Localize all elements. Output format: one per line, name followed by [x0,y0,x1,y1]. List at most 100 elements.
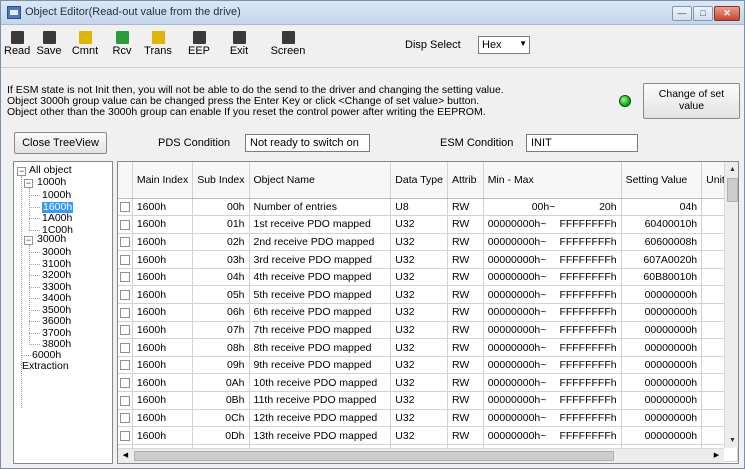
min-max-cell: 00000000h~ FFFFFFFFh [483,356,622,375]
cell-value[interactable]: 00000000h [621,373,703,393]
row-checkbox[interactable] [119,325,130,336]
maximize-button[interactable]: □ [693,6,713,21]
table-row[interactable]: 1600h 01h 1st receive PDO mapped U32 RW 00000… [118,215,738,234]
header-main-index[interactable]: Main Index [132,162,194,199]
tree-node[interactable]: 3600h [42,316,71,327]
cell-value[interactable]: 607A0020h [621,250,703,269]
cell-value[interactable]: 60600008h [621,233,703,252]
row-checkbox[interactable] [119,289,130,300]
cell-value[interactable]: 04h [621,198,703,217]
minimize-button[interactable]: — [672,6,692,21]
cell-value[interactable]: 00000000h [621,321,703,340]
toolbar-button-cmnt[interactable]: Cmnt [70,28,100,66]
table-row[interactable]: 1600h 0Ch 12th receive PDO mapped U32 RW 0000… [118,409,738,428]
toolbar-button-save[interactable]: Save [34,28,64,66]
toolbar-button-read[interactable]: Read [4,28,30,66]
table-row[interactable]: 1600h 0Dh 13th receive PDO mapped U32 RW 0000… [118,426,738,445]
toolbar-button-rcv[interactable]: Rcv [108,28,136,66]
table-row[interactable]: 1600h 00h Number of entries U8 RW 00h~ 20h 04h [118,198,738,217]
scroll-left-icon[interactable]: ◀ [118,449,133,463]
tree-node[interactable]: 1A00h [42,213,72,224]
table-row[interactable]: 1600h 0Bh 11th receive PDO mapped U32 RW 0000… [118,391,738,410]
scroll-down-icon[interactable]: ▼ [725,433,738,448]
tree-node[interactable]: 6000h [32,349,61,361]
tree-node[interactable]: 3400h [42,293,71,304]
tree-node[interactable]: 1600h [42,201,74,213]
toolbar: Disp Select Hex ▼ Read Save Cmnt Rcv Trans EE… [1,26,744,68]
cell-value[interactable]: 60400010h [621,215,703,234]
cell-main: 1600h [132,215,194,234]
table-row[interactable]: 1600h 0Ah 10th receive PDO mapped U32 RW 0000… [118,373,738,393]
cell-value[interactable]: 00000000h [621,338,703,357]
table-row[interactable]: 1600h 09h 9th receive PDO mapped U32 RW 00000… [118,356,738,375]
table-row[interactable]: 1600h 08h 8th receive PDO mapped U32 RW 00000… [118,338,738,357]
vertical-scroll-thumb[interactable] [727,178,738,202]
change-set-value-button[interactable]: Change of set value [643,83,740,119]
vertical-scrollbar[interactable]: ▲ ▼ [724,162,738,448]
tree-node[interactable]: 3100h [42,258,71,270]
tree-node[interactable]: 3300h [42,281,71,293]
tree-node[interactable]: 3000h [42,247,71,258]
row-checkbox[interactable] [119,237,130,248]
row-checkbox[interactable] [119,377,130,388]
row-checkbox[interactable] [119,307,130,318]
row-checkbox[interactable] [119,254,130,265]
toolbar-button-label: Cmnt [71,45,99,57]
table-row[interactable]: 1600h 02h 2nd receive PDO mapped U32 RW 00000… [118,233,738,252]
row-checkbox[interactable] [119,272,130,283]
header-attrib[interactable]: Attrib [447,162,484,199]
tree-node[interactable]: 3200h [42,270,71,281]
header-sub-index[interactable]: Sub Index [192,162,250,199]
collapse-toggle-icon[interactable]: − [24,179,33,188]
title-bar[interactable]: Object Editor(Read-out value from the dr… [1,1,744,25]
cell-value[interactable]: 00000000h [621,285,703,305]
tree-connector [29,218,40,219]
toolbar-button-screen[interactable]: Screen [263,28,313,66]
disp-select-dropdown[interactable]: Hex ▼ [478,36,530,54]
header-object-name[interactable]: Object Name [249,162,392,199]
table-row[interactable]: 1600h 06h 6th receive PDO mapped U32 RW 00000… [118,303,738,322]
table-row[interactable]: 1600h 07h 7th receive PDO mapped U32 RW 00000… [118,321,738,340]
row-checkbox[interactable] [119,219,130,230]
toolbar-button-eep[interactable]: EEP [184,28,214,66]
scroll-up-icon[interactable]: ▲ [725,162,738,177]
cell-value[interactable]: 00000000h [621,409,703,428]
note-line: Object other than the 3000h group can en… [7,106,486,118]
row-checkbox[interactable] [119,395,130,406]
tree-node[interactable]: All object [29,165,72,176]
collapse-toggle-icon[interactable]: − [24,236,33,245]
tree-connector [29,332,40,334]
table-row[interactable]: 1600h 05h 5th receive PDO mapped U32 RW 00000… [118,285,738,305]
toolbar-button-exit[interactable]: Exit [225,28,253,66]
tree-node[interactable]: 3000h [37,234,66,245]
table-row[interactable]: 1600h 04h 4th receive PDO mapped U32 RW 00000… [118,268,738,287]
toolbar-button-trans[interactable]: Trans [141,28,175,66]
row-checkbox[interactable] [119,202,130,213]
tree-node[interactable]: 1000h [37,177,66,188]
cell-value[interactable]: 00000000h [621,391,703,410]
close-button[interactable]: ✕ [714,6,740,21]
tree-node[interactable]: 3700h [42,327,71,339]
max-value: FFFFFFFFh [559,359,617,372]
cell-value[interactable]: 60B80010h [621,268,703,287]
tree-node[interactable]: 1000h [42,190,71,201]
row-checkbox[interactable] [119,360,130,371]
tree-node[interactable]: Extraction [22,360,69,372]
horizontal-scroll-thumb[interactable] [134,451,614,461]
horizontal-scrollbar[interactable]: ◀ ▶ [118,448,724,463]
esm-condition-field: INIT [526,134,638,152]
collapse-toggle-icon[interactable]: − [17,167,26,176]
row-checkbox[interactable] [119,430,130,441]
cell-value[interactable]: 00000000h [621,356,703,375]
header-min-max[interactable]: Min - Max [483,162,622,199]
header-setting-value[interactable]: Setting Value [621,162,703,199]
table-row[interactable]: 1600h 03h 3rd receive PDO mapped U32 RW 00000… [118,250,738,269]
row-checkbox[interactable] [119,413,130,424]
close-treeview-button[interactable]: Close TreeView [14,132,107,154]
cell-value[interactable]: 00000000h [621,303,703,322]
header-data-type[interactable]: Data Type [390,162,448,199]
row-checkbox[interactable] [119,342,130,353]
scroll-right-icon[interactable]: ▶ [709,449,724,463]
cell-value[interactable]: 00000000h [621,426,703,445]
tree-node[interactable]: 3500h [42,304,71,316]
